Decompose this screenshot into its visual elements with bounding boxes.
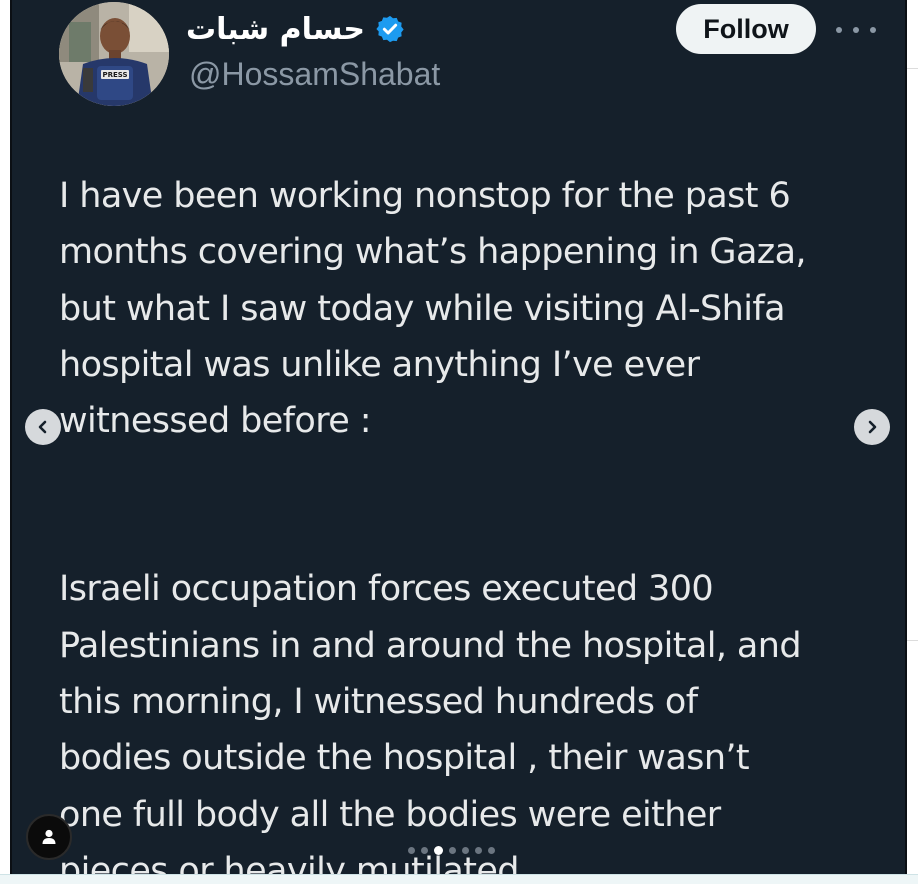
carousel-dot[interactable] <box>421 847 428 854</box>
person-icon[interactable] <box>26 814 72 860</box>
right-edge-strip <box>906 0 918 883</box>
tweet-paragraph-1: I have been working nonstop for the past… <box>59 176 807 442</box>
dot-1 <box>836 27 842 33</box>
carousel-dot[interactable] <box>488 847 495 854</box>
tweet-body: I have been working nonstop for the past… <box>59 168 899 874</box>
tweet-paragraph-2: Israeli occupation forces executed 300 P… <box>59 569 802 874</box>
carousel-dots <box>408 846 495 855</box>
tweet-card: PRESS حسام شبات @HossamShabat Follow I h… <box>10 0 907 874</box>
dot-2 <box>853 27 859 33</box>
chevron-left-icon[interactable] <box>25 409 61 445</box>
edge-divider <box>907 640 918 641</box>
screenshot-frame: PRESS حسام شبات @HossamShabat Follow I h… <box>0 0 918 884</box>
chevron-right-icon[interactable] <box>854 409 890 445</box>
carousel-dot[interactable] <box>408 847 415 854</box>
carousel-dot[interactable] <box>475 847 482 854</box>
avatar[interactable]: PRESS <box>59 2 169 106</box>
more-dots-icon[interactable] <box>836 18 876 42</box>
display-name-row[interactable]: حسام شبات <box>186 8 405 50</box>
verified-badge-icon <box>375 14 405 44</box>
edge-divider <box>907 68 918 69</box>
follow-button[interactable]: Follow <box>676 4 816 54</box>
carousel-dot[interactable] <box>462 847 469 854</box>
display-name[interactable]: حسام شبات <box>186 12 365 47</box>
avatar-photo: PRESS <box>59 2 169 106</box>
dot-3 <box>870 27 876 33</box>
carousel-dot-active[interactable] <box>434 846 443 855</box>
press-badge-text: PRESS <box>102 71 127 79</box>
user-handle[interactable]: @HossamShabat <box>189 56 440 93</box>
carousel-dot[interactable] <box>449 847 456 854</box>
